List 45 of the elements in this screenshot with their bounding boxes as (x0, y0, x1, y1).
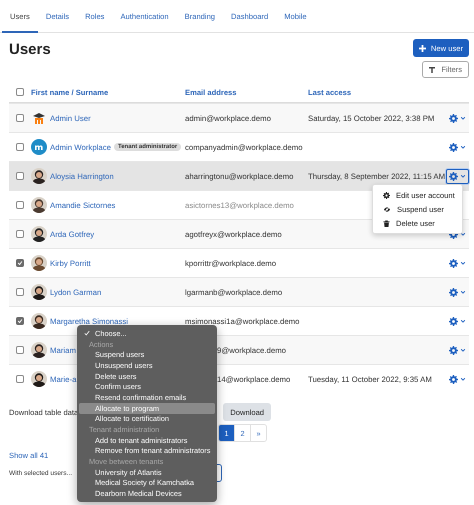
checkbox[interactable] (16, 259, 24, 267)
user-avatar-icon (31, 342, 47, 358)
caret-icon (460, 289, 466, 295)
caret-icon (460, 260, 466, 266)
checkbox[interactable] (16, 88, 24, 96)
checkbox[interactable] (16, 114, 24, 122)
page-title: Users (9, 40, 51, 60)
checkbox[interactable] (16, 172, 24, 180)
caret-icon (460, 347, 466, 353)
logo-icon (31, 139, 47, 155)
user-avatar-icon (31, 255, 47, 271)
caret-icon (460, 173, 466, 179)
settings-icon (449, 374, 458, 384)
hat-logo-icon (31, 110, 47, 126)
trash-icon (383, 220, 390, 226)
user-avatar-icon (31, 284, 47, 300)
user-avatar-icon (31, 168, 47, 184)
settings-icon (449, 288, 458, 296)
user-avatar-icon (31, 313, 47, 329)
checkbox[interactable] (16, 375, 24, 383)
settings-icon (449, 258, 458, 268)
actions-menu-button[interactable] (446, 168, 469, 184)
plus-icon (418, 44, 426, 52)
eye-slash-icon (383, 206, 391, 212)
checkbox[interactable] (16, 288, 24, 296)
checkbox[interactable] (16, 201, 24, 209)
settings-icon (449, 172, 458, 180)
caret-icon (460, 115, 466, 121)
settings-icon (383, 192, 390, 198)
settings-icon (449, 316, 458, 326)
user-avatar-icon (31, 371, 47, 387)
user-avatar-icon (31, 197, 47, 213)
settings-icon (449, 346, 458, 354)
caret-icon (460, 376, 466, 382)
caret-icon (460, 144, 466, 150)
checkbox[interactable] (16, 346, 24, 354)
checkbox[interactable] (16, 317, 24, 325)
user-avatar-icon (31, 226, 47, 242)
settings-icon (449, 114, 458, 122)
caret-icon (460, 231, 466, 237)
checkbox[interactable] (16, 230, 24, 238)
filter-icon (429, 66, 436, 72)
caret-icon (460, 318, 466, 324)
checkbox[interactable] (16, 143, 24, 151)
settings-icon (449, 142, 458, 152)
